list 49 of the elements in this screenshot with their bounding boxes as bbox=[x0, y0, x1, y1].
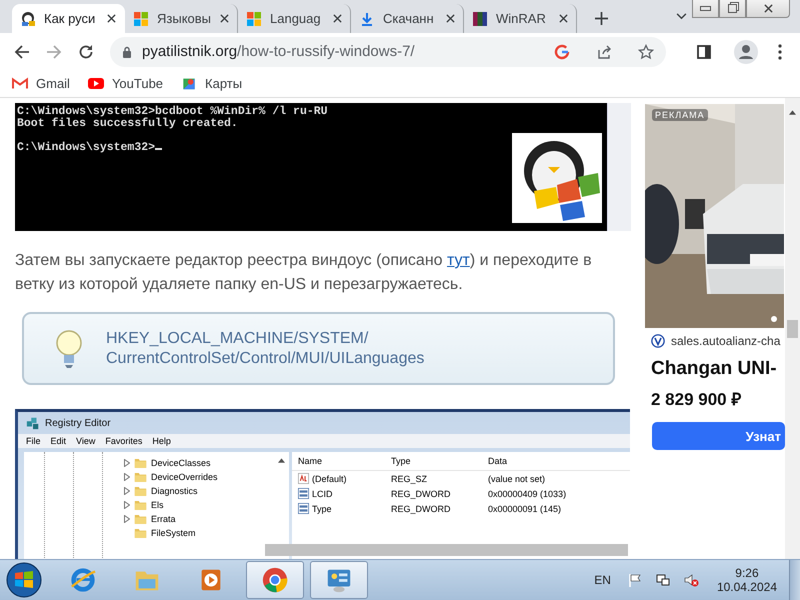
browser-tab[interactable]: Languag bbox=[238, 4, 351, 33]
bookmark[interactable]: YouTube bbox=[88, 76, 164, 91]
tree-item[interactable]: FileSystem bbox=[151, 528, 196, 538]
ad-price: 2 829 900 ₽ bbox=[651, 389, 742, 410]
value-name: (Default) bbox=[312, 474, 347, 484]
browser-tab[interactable]: Как руси bbox=[12, 4, 125, 33]
menu-item[interactable]: Favorites bbox=[105, 436, 142, 446]
paragraph: Затем вы запускаете редактор реестра виндоус (описано тут) и переходите в ветку из которой удаляете папку en-US и перезагружаетесь. bbox=[15, 251, 593, 295]
clock-time: 9:26 bbox=[735, 566, 759, 580]
menu-item[interactable]: File bbox=[26, 436, 41, 446]
console-line: C:\Windows\system32> bbox=[17, 142, 605, 154]
clock[interactable]: 9:26 10.04.2024 bbox=[716, 566, 777, 594]
menu-item[interactable]: View bbox=[76, 436, 96, 446]
value-data: (value not set) bbox=[488, 474, 546, 484]
ad-title[interactable]: Changan UNI- bbox=[651, 358, 785, 380]
bookmark[interactable]: Gmail bbox=[12, 76, 70, 91]
address-bar[interactable]: pyatilistnik.org/how-to-russify-windows-7/ bbox=[110, 36, 666, 66]
menu-item[interactable]: Edit bbox=[50, 436, 66, 446]
tree-item[interactable]: DeviceClasses bbox=[151, 458, 211, 468]
window-title: Registry Editor bbox=[45, 418, 111, 428]
column-header[interactable]: Data bbox=[488, 456, 598, 466]
value-name: LCID bbox=[312, 488, 333, 498]
value-type: REG_SZ bbox=[391, 474, 428, 484]
tree-item[interactable]: Errata bbox=[151, 514, 176, 524]
link[interactable]: тут bbox=[447, 252, 470, 269]
clock-date: 10.04.2024 bbox=[716, 580, 777, 594]
console-line: C:\Windows\system32>bcdboot %WinDir% /l ru-RU bbox=[17, 106, 329, 118]
tree-item[interactable]: Diagnostics bbox=[151, 486, 198, 496]
value-name: Type bbox=[312, 504, 332, 514]
ad-label: РЕКЛАМА bbox=[652, 109, 708, 121]
bookmark[interactable]: Карты bbox=[181, 76, 242, 91]
menu-item[interactable]: Help bbox=[152, 436, 171, 446]
ad-domain[interactable]: sales.autoalianz-cha bbox=[671, 334, 780, 348]
registry-path: HKEY_LOCAL_MACHINE/SYSTEM/ CurrentControlSet/Control/MUI/UILanguages bbox=[106, 328, 424, 368]
browser-tab[interactable]: Языковы bbox=[125, 4, 238, 33]
value-data: 0x00000091 (145) bbox=[488, 504, 562, 514]
value-type: REG_DWORD bbox=[391, 504, 452, 514]
ad-button[interactable]: Узнат bbox=[652, 422, 785, 450]
value-type: REG_DWORD bbox=[391, 488, 452, 498]
language-indicator[interactable]: EN bbox=[594, 573, 611, 587]
tree-item[interactable]: Els bbox=[151, 500, 164, 510]
url-text: pyatilistnik.org/how-to-russify-windows-7/ bbox=[142, 43, 416, 60]
browser-tab[interactable]: WinRAR bbox=[464, 4, 577, 33]
column-header[interactable]: Name bbox=[298, 456, 391, 466]
tree-item[interactable]: DeviceOverrides bbox=[151, 472, 218, 482]
browser-tab[interactable]: Скачанн bbox=[351, 4, 464, 33]
console-line: Boot files successfully created. bbox=[17, 118, 239, 130]
value-data: 0x00000409 (1033) bbox=[488, 488, 568, 498]
column-header[interactable]: Type bbox=[391, 456, 488, 466]
